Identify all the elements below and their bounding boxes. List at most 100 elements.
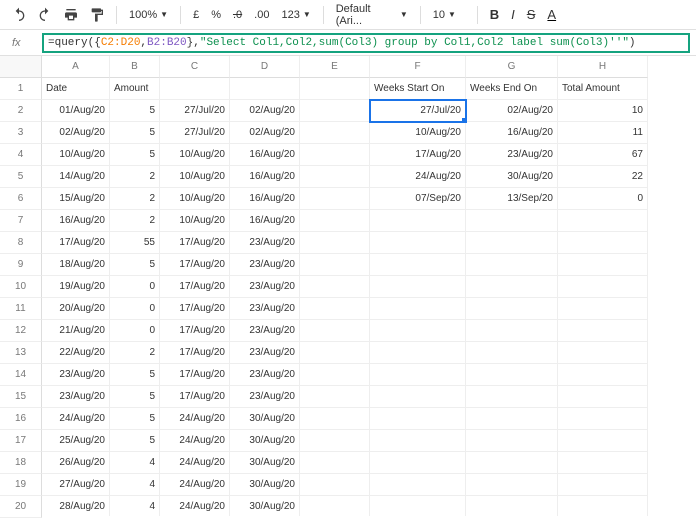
percent-button[interactable]: % bbox=[207, 9, 225, 21]
increase-decimal-button[interactable]: .00 bbox=[250, 9, 273, 21]
cell-E2[interactable] bbox=[300, 100, 370, 122]
cell-E5[interactable] bbox=[300, 166, 370, 188]
cell-F4[interactable]: 17/Aug/20 bbox=[370, 144, 466, 166]
row-header-6[interactable]: 6 bbox=[0, 188, 42, 210]
cell-B14[interactable]: 5 bbox=[110, 364, 160, 386]
cell-D14[interactable]: 23/Aug/20 bbox=[230, 364, 300, 386]
cell-B11[interactable]: 0 bbox=[110, 298, 160, 320]
cell-G10[interactable] bbox=[466, 276, 558, 298]
cell-C18[interactable]: 24/Aug/20 bbox=[160, 452, 230, 474]
cell-A9[interactable]: 18/Aug/20 bbox=[42, 254, 110, 276]
row-header-16[interactable]: 16 bbox=[0, 408, 42, 430]
cell-H9[interactable] bbox=[558, 254, 648, 276]
select-all-corner[interactable] bbox=[0, 56, 42, 78]
cell-G17[interactable] bbox=[466, 430, 558, 452]
cell-G4[interactable]: 23/Aug/20 bbox=[466, 144, 558, 166]
cell-A18[interactable]: 26/Aug/20 bbox=[42, 452, 110, 474]
cell-F11[interactable] bbox=[370, 298, 466, 320]
cell-B8[interactable]: 55 bbox=[110, 232, 160, 254]
currency-button[interactable]: £ bbox=[189, 9, 203, 21]
cell-B2[interactable]: 5 bbox=[110, 100, 160, 122]
row-header-4[interactable]: 4 bbox=[0, 144, 42, 166]
cell-A8[interactable]: 17/Aug/20 bbox=[42, 232, 110, 254]
cell-B9[interactable]: 5 bbox=[110, 254, 160, 276]
cell-C19[interactable]: 24/Aug/20 bbox=[160, 474, 230, 496]
cell-F19[interactable] bbox=[370, 474, 466, 496]
cell-G11[interactable] bbox=[466, 298, 558, 320]
cell-B13[interactable]: 2 bbox=[110, 342, 160, 364]
cell-B1[interactable]: Amount bbox=[110, 78, 160, 100]
cell-C16[interactable]: 24/Aug/20 bbox=[160, 408, 230, 430]
cell-H20[interactable] bbox=[558, 496, 648, 516]
column-header-A[interactable]: A bbox=[42, 56, 110, 78]
cell-A2[interactable]: 01/Aug/20 bbox=[42, 100, 110, 122]
cell-G16[interactable] bbox=[466, 408, 558, 430]
cell-H3[interactable]: 11 bbox=[558, 122, 648, 144]
cell-C2[interactable]: 27/Jul/20 bbox=[160, 100, 230, 122]
redo-button[interactable] bbox=[34, 4, 56, 26]
cell-D3[interactable]: 02/Aug/20 bbox=[230, 122, 300, 144]
cell-A1[interactable]: Date bbox=[42, 78, 110, 100]
cell-B5[interactable]: 2 bbox=[110, 166, 160, 188]
cell-A11[interactable]: 20/Aug/20 bbox=[42, 298, 110, 320]
cell-F8[interactable] bbox=[370, 232, 466, 254]
row-header-18[interactable]: 18 bbox=[0, 452, 42, 474]
decrease-decimal-button[interactable]: .0 bbox=[229, 9, 246, 21]
cell-D4[interactable]: 16/Aug/20 bbox=[230, 144, 300, 166]
undo-button[interactable] bbox=[8, 4, 30, 26]
cell-E17[interactable] bbox=[300, 430, 370, 452]
print-button[interactable] bbox=[60, 4, 82, 26]
cell-D19[interactable]: 30/Aug/20 bbox=[230, 474, 300, 496]
cell-A6[interactable]: 15/Aug/20 bbox=[42, 188, 110, 210]
cell-E8[interactable] bbox=[300, 232, 370, 254]
cell-C7[interactable]: 10/Aug/20 bbox=[160, 210, 230, 232]
cell-F14[interactable] bbox=[370, 364, 466, 386]
cell-A5[interactable]: 14/Aug/20 bbox=[42, 166, 110, 188]
column-header-F[interactable]: F bbox=[370, 56, 466, 78]
cell-D18[interactable]: 30/Aug/20 bbox=[230, 452, 300, 474]
cell-G12[interactable] bbox=[466, 320, 558, 342]
cell-A7[interactable]: 16/Aug/20 bbox=[42, 210, 110, 232]
bold-button[interactable]: B bbox=[486, 7, 503, 22]
formula-input[interactable]: =query({C2:D20,B2:B20},"Select Col1,Col2… bbox=[42, 33, 690, 53]
cell-D13[interactable]: 23/Aug/20 bbox=[230, 342, 300, 364]
cell-B18[interactable]: 4 bbox=[110, 452, 160, 474]
row-header-10[interactable]: 10 bbox=[0, 276, 42, 298]
column-header-B[interactable]: B bbox=[110, 56, 160, 78]
text-color-button[interactable]: A bbox=[543, 7, 560, 22]
cell-G6[interactable]: 13/Sep/20 bbox=[466, 188, 558, 210]
cell-D10[interactable]: 23/Aug/20 bbox=[230, 276, 300, 298]
row-header-1[interactable]: 1 bbox=[0, 78, 42, 100]
cell-H5[interactable]: 22 bbox=[558, 166, 648, 188]
row-header-19[interactable]: 19 bbox=[0, 474, 42, 496]
cell-H19[interactable] bbox=[558, 474, 648, 496]
cell-E19[interactable] bbox=[300, 474, 370, 496]
cell-H1[interactable]: Total Amount bbox=[558, 78, 648, 100]
cell-F6[interactable]: 07/Sep/20 bbox=[370, 188, 466, 210]
cell-H13[interactable] bbox=[558, 342, 648, 364]
cell-A19[interactable]: 27/Aug/20 bbox=[42, 474, 110, 496]
italic-button[interactable]: I bbox=[507, 7, 519, 22]
cell-D16[interactable]: 30/Aug/20 bbox=[230, 408, 300, 430]
cell-F5[interactable]: 24/Aug/20 bbox=[370, 166, 466, 188]
cell-B6[interactable]: 2 bbox=[110, 188, 160, 210]
cell-E15[interactable] bbox=[300, 386, 370, 408]
cell-G19[interactable] bbox=[466, 474, 558, 496]
cell-A12[interactable]: 21/Aug/20 bbox=[42, 320, 110, 342]
cell-F18[interactable] bbox=[370, 452, 466, 474]
cell-D12[interactable]: 23/Aug/20 bbox=[230, 320, 300, 342]
cell-H8[interactable] bbox=[558, 232, 648, 254]
cell-B4[interactable]: 5 bbox=[110, 144, 160, 166]
font-size-select[interactable]: 10▼ bbox=[429, 9, 469, 21]
cell-G18[interactable] bbox=[466, 452, 558, 474]
cell-B12[interactable]: 0 bbox=[110, 320, 160, 342]
cell-F10[interactable] bbox=[370, 276, 466, 298]
cell-E9[interactable] bbox=[300, 254, 370, 276]
cell-C14[interactable]: 17/Aug/20 bbox=[160, 364, 230, 386]
cell-C1[interactable] bbox=[160, 78, 230, 100]
cell-C5[interactable]: 10/Aug/20 bbox=[160, 166, 230, 188]
cell-A16[interactable]: 24/Aug/20 bbox=[42, 408, 110, 430]
cell-E7[interactable] bbox=[300, 210, 370, 232]
cell-D15[interactable]: 23/Aug/20 bbox=[230, 386, 300, 408]
cell-C3[interactable]: 27/Jul/20 bbox=[160, 122, 230, 144]
